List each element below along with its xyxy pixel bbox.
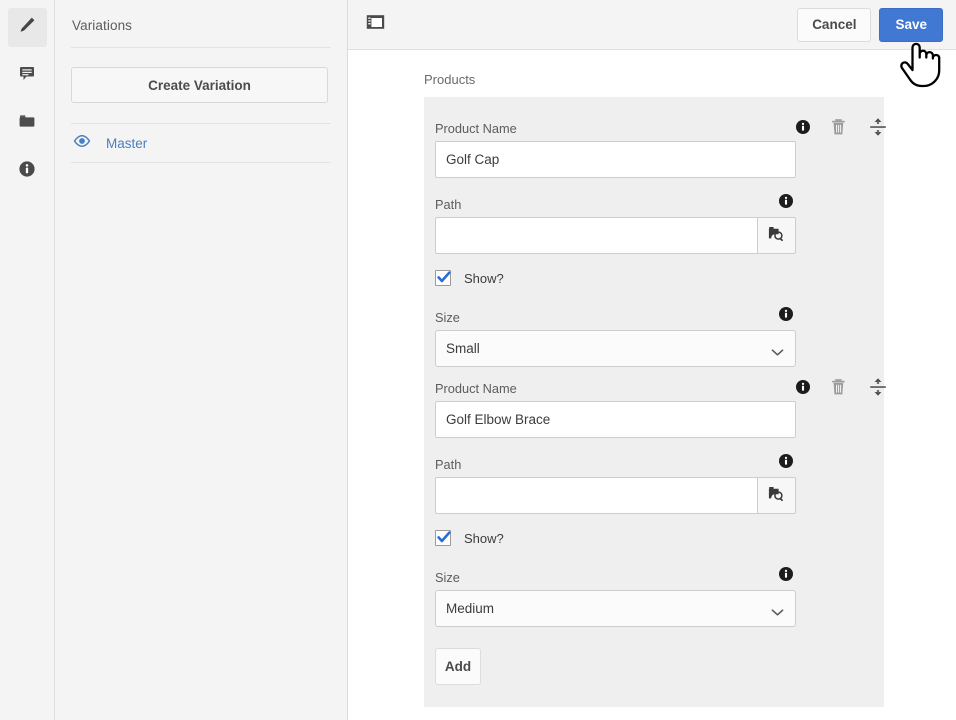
application-window: Variations Create Variation Master Cance… bbox=[0, 0, 956, 720]
field-actions bbox=[778, 453, 794, 474]
size-select-wrapper: Medium bbox=[435, 590, 796, 627]
field-product-name: Product Name bbox=[435, 115, 886, 178]
check-mark-icon bbox=[437, 271, 451, 283]
path-input[interactable] bbox=[435, 477, 757, 514]
field-product-name: Product Name bbox=[435, 375, 886, 438]
info-icon[interactable] bbox=[795, 119, 811, 140]
field-label: Product Name bbox=[435, 380, 517, 396]
products-form-panel: Product Name Golf Cap Path Show? Size Sm… bbox=[424, 97, 886, 707]
size-select-value: Medium bbox=[446, 601, 495, 616]
field-label: Size bbox=[435, 569, 460, 585]
show-checkbox-row[interactable]: Show? bbox=[435, 270, 859, 286]
product-name-input[interactable] bbox=[435, 401, 796, 438]
divider bbox=[71, 47, 331, 48]
main-area: Cancel Save Products Product Name Golf C… bbox=[348, 0, 956, 720]
show-checkbox[interactable] bbox=[435, 530, 451, 546]
field-header: Product Name bbox=[435, 115, 886, 141]
delete-icon[interactable] bbox=[830, 118, 847, 141]
variation-item-label: Master bbox=[106, 135, 148, 151]
info-icon[interactable] bbox=[778, 193, 794, 214]
comment-icon bbox=[17, 63, 37, 88]
content-area: Products Product Name Golf Cap Path Show… bbox=[348, 50, 956, 707]
show-checkbox-label: Show? bbox=[464, 270, 504, 286]
field-path: Path bbox=[435, 451, 859, 514]
cancel-button[interactable]: Cancel bbox=[797, 7, 872, 42]
field-path: Path bbox=[435, 191, 859, 254]
section-label-products: Products bbox=[424, 72, 476, 87]
field-header: Size bbox=[435, 564, 859, 590]
info-icon[interactable] bbox=[795, 379, 811, 400]
info-icon[interactable] bbox=[778, 453, 794, 474]
drag-handle-icon[interactable] bbox=[869, 117, 887, 142]
field-header: Product Name bbox=[435, 375, 886, 401]
info-icon[interactable] bbox=[778, 306, 794, 327]
size-select[interactable]: Small bbox=[435, 330, 796, 367]
field-actions bbox=[795, 117, 887, 142]
field-label: Path bbox=[435, 456, 462, 472]
drag-handle-icon[interactable] bbox=[869, 377, 887, 402]
rail-item-files[interactable] bbox=[8, 104, 47, 143]
field-header: Path bbox=[435, 451, 859, 477]
variations-panel: Variations Create Variation Master bbox=[55, 0, 348, 720]
field-size: Size bbox=[435, 564, 859, 627]
info-circle-icon bbox=[17, 159, 37, 184]
rail-item-info[interactable] bbox=[8, 152, 47, 191]
path-input-row bbox=[435, 477, 859, 514]
save-button[interactable]: Save bbox=[879, 7, 943, 42]
size-select-value: Small bbox=[446, 341, 480, 356]
add-product-button[interactable]: Add bbox=[435, 648, 481, 685]
field-actions bbox=[795, 377, 887, 402]
field-actions bbox=[778, 306, 794, 327]
product-name-input[interactable] bbox=[435, 141, 796, 178]
panel-layout-icon bbox=[366, 14, 385, 36]
field-header: Size bbox=[435, 304, 859, 330]
rail-item-edit[interactable] bbox=[7, 8, 47, 47]
path-input[interactable] bbox=[435, 217, 757, 254]
panel-toggle-button[interactable] bbox=[362, 12, 388, 38]
show-checkbox[interactable] bbox=[435, 270, 451, 286]
show-checkbox-row[interactable]: Show? bbox=[435, 530, 859, 546]
eye-icon bbox=[73, 132, 91, 155]
field-label: Product Name bbox=[435, 120, 517, 136]
browse-path-button[interactable] bbox=[757, 217, 796, 254]
icon-rail bbox=[0, 0, 55, 720]
pencil-icon bbox=[17, 15, 37, 40]
info-icon[interactable] bbox=[778, 566, 794, 587]
create-variation-button[interactable]: Create Variation bbox=[71, 67, 328, 103]
show-checkbox-label: Show? bbox=[464, 530, 504, 546]
field-actions bbox=[778, 566, 794, 587]
size-select[interactable]: Medium bbox=[435, 590, 796, 627]
field-label: Size bbox=[435, 309, 460, 325]
variations-panel-title: Variations bbox=[72, 18, 133, 33]
divider bbox=[71, 162, 331, 163]
check-mark-icon bbox=[437, 531, 451, 543]
folder-search-icon bbox=[767, 484, 786, 508]
product-group: Product Name bbox=[435, 115, 886, 367]
folder-search-icon bbox=[767, 224, 786, 248]
field-header: Path bbox=[435, 191, 859, 217]
rail-item-comments[interactable] bbox=[8, 56, 47, 95]
delete-icon[interactable] bbox=[830, 378, 847, 401]
size-select-wrapper: Small bbox=[435, 330, 796, 367]
folder-icon bbox=[17, 111, 37, 136]
main-toolbar: Cancel Save bbox=[348, 0, 956, 50]
field-label: Path bbox=[435, 196, 462, 212]
path-input-row bbox=[435, 217, 859, 254]
field-actions bbox=[778, 193, 794, 214]
browse-path-button[interactable] bbox=[757, 477, 796, 514]
variation-item-master[interactable]: Master bbox=[71, 124, 331, 162]
field-size: Size bbox=[435, 304, 859, 367]
product-group: Product Name bbox=[435, 375, 886, 627]
